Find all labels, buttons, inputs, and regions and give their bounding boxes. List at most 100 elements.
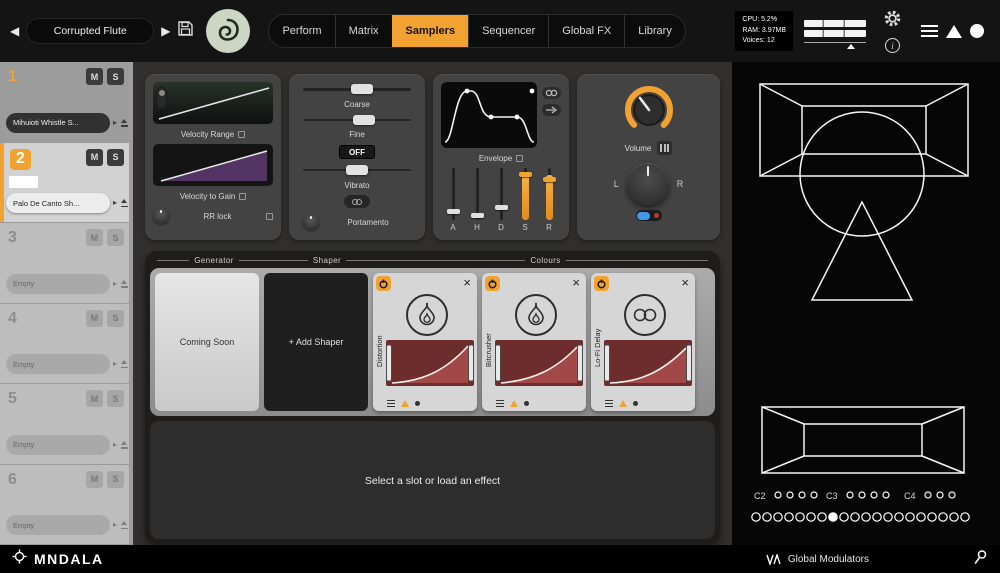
mute-button[interactable]: M bbox=[86, 390, 103, 407]
velocity-range-graph[interactable] bbox=[153, 82, 273, 124]
sample-name-pill[interactable]: Empty bbox=[6, 274, 110, 294]
solo-button[interactable]: S bbox=[107, 68, 124, 85]
sample-name-pill[interactable]: Empty bbox=[6, 515, 110, 535]
decay-fader[interactable]: D bbox=[494, 168, 508, 232]
fx-curve-graph[interactable] bbox=[386, 340, 474, 386]
sample-name-pill[interactable]: Empty bbox=[6, 354, 110, 374]
prev-preset-button[interactable]: ◀ bbox=[10, 24, 19, 38]
keyboard-dots[interactable] bbox=[752, 492, 969, 521]
fx-card-distortion[interactable]: × Distortion bbox=[373, 273, 477, 411]
solo-button[interactable]: S bbox=[107, 471, 124, 488]
generator-section-label: Generator bbox=[194, 256, 234, 265]
eject-icon[interactable] bbox=[120, 199, 129, 207]
velocity-range-toggle[interactable] bbox=[156, 87, 167, 109]
expand-icon[interactable]: ▸ bbox=[113, 360, 117, 368]
power-button[interactable] bbox=[376, 276, 391, 291]
tab-global-fx[interactable]: Global FX bbox=[548, 15, 624, 47]
tab-samplers[interactable]: Samplers bbox=[392, 15, 469, 47]
sustain-fader[interactable]: S bbox=[518, 168, 532, 232]
top-bar: ◀ Corrupted Flute ▶ Perform Matrix Sampl… bbox=[0, 0, 1000, 62]
fx-menu-icon[interactable] bbox=[387, 400, 395, 408]
fx-curve-graph[interactable] bbox=[604, 340, 692, 386]
rr-lock-checkbox[interactable] bbox=[266, 213, 273, 220]
volume-knob[interactable] bbox=[622, 83, 676, 137]
eject-icon[interactable] bbox=[120, 441, 129, 449]
expand-icon[interactable]: ▸ bbox=[113, 199, 117, 207]
generator-card[interactable]: Coming Soon bbox=[155, 273, 259, 411]
expand-icon[interactable]: ▸ bbox=[113, 280, 117, 288]
main-nav-tabs: Perform Matrix Samplers Sequencer Global… bbox=[268, 14, 685, 48]
global-modulators-button[interactable]: Global Modulators bbox=[766, 554, 869, 565]
power-button[interactable] bbox=[485, 276, 500, 291]
coarse-slider[interactable] bbox=[303, 84, 411, 94]
mute-button[interactable]: M bbox=[86, 68, 103, 85]
sample-slot-4[interactable]: 4 MS Empty▸ bbox=[0, 304, 133, 385]
sample-slot-6[interactable]: 6 MS Empty▸ bbox=[0, 465, 133, 546]
tab-sequencer[interactable]: Sequencer bbox=[468, 15, 548, 47]
fx-card-bitcrusher[interactable]: × Bitcrusher bbox=[482, 273, 586, 411]
mute-button[interactable]: M bbox=[86, 229, 103, 246]
sample-name-pill[interactable]: Palo De Canto Sh... bbox=[6, 193, 110, 213]
sample-slot-1[interactable]: 1 MS Mihuioti Whistle S...▸ bbox=[0, 62, 133, 143]
slot-number: 2 bbox=[10, 149, 31, 170]
mute-button[interactable]: M bbox=[86, 149, 103, 166]
rr-lock-knob[interactable] bbox=[153, 208, 169, 224]
sustain-label: S bbox=[522, 223, 527, 232]
expand-editor-icon[interactable] bbox=[516, 155, 523, 162]
close-icon[interactable]: × bbox=[463, 278, 471, 288]
fx-card-lofi-delay[interactable]: × Lo-Fi Delay bbox=[591, 273, 695, 411]
attack-fader[interactable]: A bbox=[446, 168, 460, 232]
fine-slider[interactable] bbox=[303, 115, 411, 125]
sample-slot-2[interactable]: 2 MS Palo De Canto Sh...▸ bbox=[0, 143, 133, 224]
mute-button[interactable]: M bbox=[86, 310, 103, 327]
fx-menu-icon[interactable] bbox=[496, 400, 504, 408]
tab-matrix[interactable]: Matrix bbox=[335, 15, 392, 47]
gear-icon[interactable] bbox=[883, 9, 902, 33]
sample-name-pill[interactable]: Empty bbox=[6, 435, 110, 455]
eject-icon[interactable] bbox=[120, 119, 129, 127]
power-button[interactable] bbox=[594, 276, 609, 291]
sample-name-pill[interactable]: Mihuioti Whistle S... bbox=[6, 113, 110, 133]
close-icon[interactable]: × bbox=[681, 278, 689, 288]
info-icon[interactable]: i bbox=[885, 38, 900, 53]
mixer-icon[interactable] bbox=[657, 141, 672, 155]
sample-slot-3[interactable]: 3 MS Empty▸ bbox=[0, 223, 133, 304]
velocity-to-gain-label: Velocity to Gain bbox=[180, 192, 236, 201]
sample-slot-5[interactable]: 5 MS Empty▸ bbox=[0, 384, 133, 465]
vibrato-off-button[interactable]: OFF bbox=[339, 145, 375, 159]
pin-icon[interactable] bbox=[972, 549, 988, 570]
solo-button[interactable]: S bbox=[107, 310, 124, 327]
hold-fader[interactable]: H bbox=[470, 168, 484, 232]
expand-icon[interactable]: ▸ bbox=[113, 521, 117, 529]
expand-editor-icon[interactable] bbox=[238, 131, 245, 138]
preset-name[interactable]: Corrupted Flute bbox=[26, 18, 154, 44]
pan-knob[interactable] bbox=[627, 163, 669, 205]
solo-button[interactable]: S bbox=[107, 229, 124, 246]
add-shaper-card[interactable]: + Add Shaper bbox=[264, 273, 368, 411]
expand-icon[interactable]: ▸ bbox=[113, 441, 117, 449]
vibrato-slider[interactable] bbox=[303, 165, 411, 175]
portamento-knob[interactable] bbox=[303, 214, 319, 230]
envelope-loop-icon[interactable] bbox=[542, 104, 561, 116]
save-icon[interactable] bbox=[177, 20, 194, 42]
fx-curve-graph[interactable] bbox=[495, 340, 583, 386]
release-fader[interactable]: R bbox=[542, 168, 556, 232]
fx-menu-icon[interactable] bbox=[605, 400, 613, 408]
solo-button[interactable]: S bbox=[107, 390, 124, 407]
expand-editor-icon[interactable] bbox=[239, 193, 246, 200]
velocity-to-gain-graph[interactable] bbox=[153, 144, 273, 186]
expand-icon[interactable]: ▸ bbox=[113, 119, 117, 127]
envelope-graph[interactable] bbox=[441, 82, 537, 148]
mute-button[interactable]: M bbox=[86, 471, 103, 488]
eject-icon[interactable] bbox=[120, 521, 129, 529]
solo-button[interactable]: S bbox=[107, 149, 124, 166]
tab-perform[interactable]: Perform bbox=[269, 15, 334, 47]
eject-icon[interactable] bbox=[120, 280, 129, 288]
pan-mode-toggle[interactable] bbox=[636, 210, 662, 221]
vibrato-link-icon[interactable] bbox=[344, 195, 370, 208]
close-icon[interactable]: × bbox=[572, 278, 580, 288]
eject-icon[interactable] bbox=[120, 360, 129, 368]
tab-library[interactable]: Library bbox=[624, 15, 685, 47]
next-preset-button[interactable]: ▶ bbox=[161, 24, 170, 38]
envelope-link-icon[interactable] bbox=[542, 87, 561, 99]
